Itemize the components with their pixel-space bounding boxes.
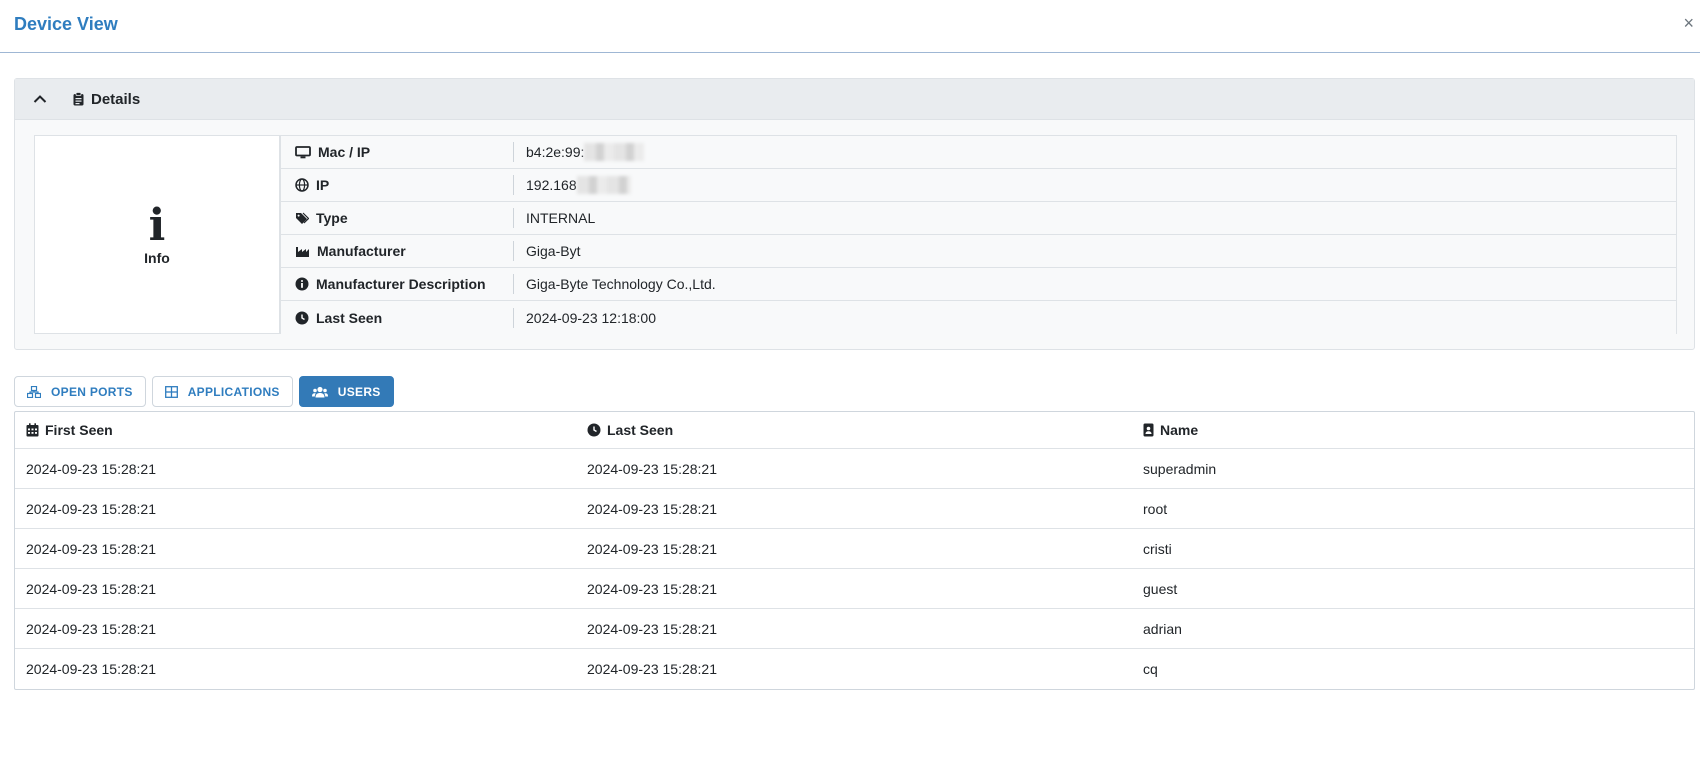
detail-label: Manufacturer	[317, 243, 406, 259]
cell-first-seen: 2024-09-23 15:28:21	[26, 460, 156, 477]
network-icon	[27, 385, 41, 398]
table-row: 2024-09-23 15:28:21 2024-09-23 15:28:21 …	[15, 529, 1694, 569]
detail-value-mac: b4:2e:99:	[526, 144, 585, 160]
detail-row-mac: Mac / IP b4:2e:99:	[281, 136, 1676, 169]
info-label: Info	[144, 249, 170, 266]
cell-name: superadmin	[1143, 460, 1217, 477]
table-row: 2024-09-23 15:28:21 2024-09-23 15:28:21 …	[15, 449, 1694, 489]
detail-label: Manufacturer Description	[316, 276, 486, 292]
redacted-area	[584, 143, 645, 161]
column-header-last-seen[interactable]: Last Seen	[575, 422, 1131, 438]
cell-last-seen: 2024-09-23 15:28:21	[587, 620, 717, 637]
column-header-label: Name	[1160, 422, 1199, 438]
detail-value-manufacturer-description: Giga-Byte Technology Co.,Ltd.	[526, 276, 716, 292]
detail-value-type: INTERNAL	[526, 210, 596, 226]
cell-last-seen: 2024-09-23 15:28:21	[587, 500, 717, 517]
detail-label: Last Seen	[316, 309, 383, 326]
modal-header: Device View ×	[0, 0, 1700, 53]
tab-users[interactable]: USERS	[298, 376, 394, 407]
info-icon: i	[148, 199, 166, 251]
detail-row-type: Type INTERNAL	[281, 202, 1676, 235]
tab-bar: OPEN PORTS APPLICATIONS USERS	[14, 376, 394, 407]
cell-last-seen: 2024-09-23 15:28:21	[587, 580, 717, 597]
clipboard-icon	[73, 92, 84, 106]
column-header-label: First Seen	[45, 422, 113, 438]
cell-last-seen: 2024-09-23 15:28:21	[587, 540, 717, 557]
tab-label: OPEN PORTS	[51, 384, 133, 399]
monitor-icon	[295, 145, 311, 158]
detail-value-last-seen: 2024-09-23 12:18:00	[526, 309, 656, 326]
clock-icon	[295, 311, 309, 324]
id-badge-icon	[1143, 423, 1154, 437]
chevron-up-icon[interactable]	[29, 88, 51, 110]
cell-name: cq	[1143, 661, 1158, 677]
details-panel: Details i Info Mac / IP b4:2e:99: IP 192…	[14, 78, 1695, 350]
close-button[interactable]: ×	[1683, 14, 1694, 32]
modal-title: Device View	[14, 13, 118, 34]
tab-label: USERS	[337, 384, 381, 399]
detail-label: IP	[316, 177, 330, 193]
info-circle-icon	[295, 277, 309, 291]
cell-last-seen: 2024-09-23 15:28:21	[587, 661, 717, 677]
tags-icon	[296, 212, 309, 224]
cell-first-seen: 2024-09-23 15:28:21	[26, 540, 156, 557]
table-row: 2024-09-23 15:28:21 2024-09-23 15:28:21 …	[15, 609, 1694, 649]
detail-value-manufacturer: Giga-Byt	[526, 243, 581, 259]
calendar-icon	[26, 423, 39, 437]
detail-row-manufacturer: Manufacturer Giga-Byt	[281, 235, 1676, 268]
globe-icon	[295, 178, 309, 192]
column-header-first-seen[interactable]: First Seen	[15, 422, 575, 438]
cell-name: adrian	[1143, 620, 1182, 637]
redacted-area	[576, 176, 631, 194]
details-table: Mac / IP b4:2e:99: IP 192.168 Type INTER…	[280, 135, 1677, 334]
cell-last-seen: 2024-09-23 15:28:21	[587, 460, 717, 477]
details-panel-header[interactable]: Details	[15, 79, 1694, 120]
column-header-name[interactable]: Name	[1131, 422, 1694, 438]
info-box: i Info	[34, 135, 280, 334]
details-title: Details	[91, 90, 141, 108]
detail-row-ip: IP 192.168	[281, 169, 1676, 202]
industry-icon	[296, 246, 309, 257]
cell-first-seen: 2024-09-23 15:28:21	[26, 500, 156, 517]
detail-row-last-seen: Last Seen 2024-09-23 12:18:00	[281, 301, 1676, 334]
cell-name: guest	[1143, 580, 1178, 597]
cell-first-seen: 2024-09-23 15:28:21	[26, 620, 156, 637]
table-row: 2024-09-23 15:28:21 2024-09-23 15:28:21 …	[15, 649, 1694, 689]
table-row: 2024-09-23 15:28:21 2024-09-23 15:28:21 …	[15, 489, 1694, 529]
tab-label: APPLICATIONS	[187, 384, 280, 399]
table-row: 2024-09-23 15:28:21 2024-09-23 15:28:21 …	[15, 569, 1694, 609]
table-header-row: First Seen Last Seen Name	[15, 412, 1694, 449]
detail-label: Type	[316, 210, 348, 226]
column-header-label: Last Seen	[607, 422, 674, 438]
grid-icon	[164, 385, 178, 398]
detail-value-ip: 192.168	[526, 177, 577, 193]
users-table: First Seen Last Seen Name 2024-09-23 15:…	[14, 411, 1695, 690]
detail-label: Mac / IP	[318, 144, 371, 160]
cell-first-seen: 2024-09-23 15:28:21	[26, 661, 156, 677]
cell-name: cristi	[1143, 540, 1172, 557]
tab-applications[interactable]: APPLICATIONS	[151, 376, 293, 407]
clock-icon	[587, 423, 601, 437]
cell-first-seen: 2024-09-23 15:28:21	[26, 580, 156, 597]
cell-name: root	[1143, 500, 1168, 517]
tab-open-ports[interactable]: OPEN PORTS	[14, 376, 146, 407]
detail-row-manufacturer-description: Manufacturer Description Giga-Byte Techn…	[281, 268, 1676, 301]
users-icon	[311, 386, 328, 397]
